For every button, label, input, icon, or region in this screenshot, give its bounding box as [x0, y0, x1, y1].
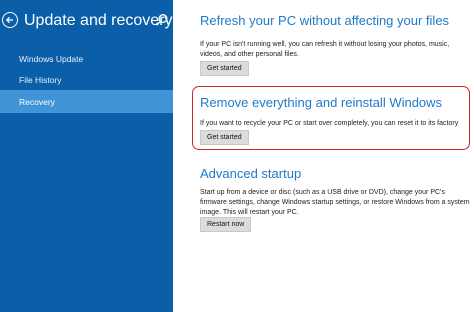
back-arrow-icon: [5, 16, 13, 24]
sidebar-item-label: File History: [19, 74, 62, 85]
refresh-heading: Refresh your PC without affecting your f…: [200, 13, 450, 28]
advanced-startup-description: Start up from a device or disc (such as …: [200, 189, 470, 216]
main-content: Refresh your PC without affecting your f…: [173, 0, 474, 312]
reset-heading: Remove everything and reinstall Windows: [200, 95, 443, 110]
sidebar: Update and recovery Windows Update File …: [0, 0, 173, 312]
settings-title: Update and recovery: [24, 12, 173, 29]
sidebar-item-windows-update[interactable]: Windows Update: [0, 47, 173, 70]
search-icon[interactable]: [155, 13, 169, 27]
sidebar-item-recovery[interactable]: Recovery: [0, 90, 173, 113]
refresh-description: If your PC isn't running well, you can r…: [200, 41, 450, 58]
advanced-startup-heading: Advanced startup: [200, 166, 302, 181]
sidebar-item-label: Recovery: [19, 96, 55, 107]
restart-now-button[interactable]: Restart now: [200, 217, 252, 232]
reset-get-started-button[interactable]: Get started: [200, 130, 249, 145]
refresh-get-started-button[interactable]: Get started: [200, 61, 249, 76]
sidebar-item-label: Windows Update: [19, 53, 84, 64]
back-button[interactable]: [2, 12, 18, 28]
sidebar-item-file-history[interactable]: File History: [0, 68, 173, 91]
